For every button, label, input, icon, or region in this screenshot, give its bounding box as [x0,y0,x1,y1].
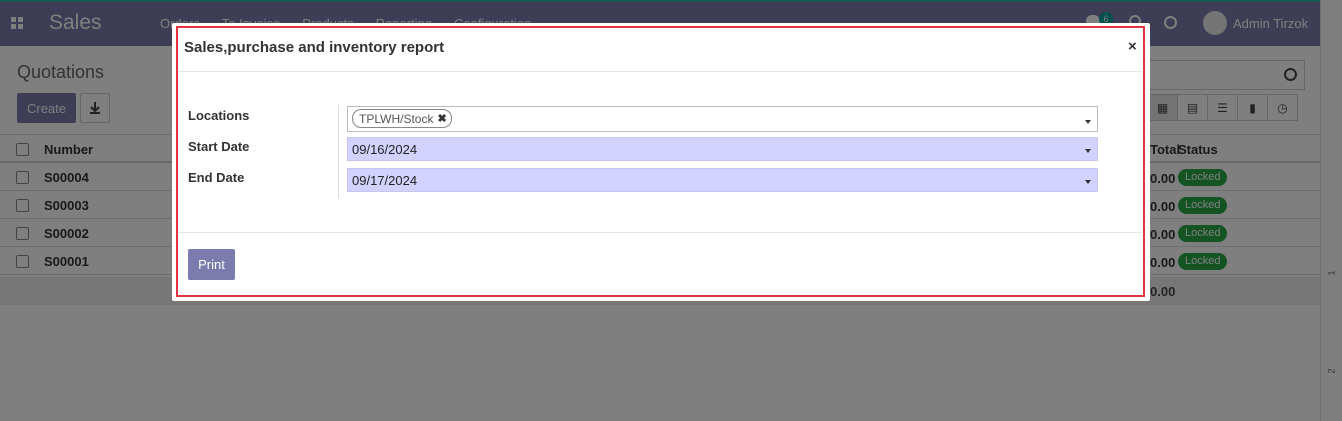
remove-tag-icon[interactable]: ✖ [437,111,446,127]
locations-label: Locations [188,108,250,123]
start-date-field[interactable]: 09/16/2024 [347,137,1098,161]
close-button[interactable]: × [1128,38,1137,55]
header-divider [176,71,1142,72]
start-date-label: Start Date [188,139,250,154]
report-dialog [172,23,1150,301]
end-date-value: 09/17/2024 [352,173,418,188]
label-divider [338,105,339,198]
end-date-field[interactable]: 09/17/2024 [347,168,1098,192]
footer-divider [176,232,1142,233]
end-date-label: End Date [188,170,245,185]
locations-field[interactable]: TPLWH/Stock ✖ [347,106,1098,132]
print-button[interactable]: Print [188,249,235,280]
chevron-down-icon[interactable] [1085,120,1091,124]
start-date-value: 09/16/2024 [352,142,418,157]
location-tag-label: TPLWH/Stock [359,111,434,126]
chevron-down-icon[interactable] [1085,180,1091,184]
location-tag: TPLWH/Stock ✖ [352,109,452,128]
chevron-down-icon[interactable] [1085,149,1091,153]
dialog-title: Sales,purchase and inventory report [184,39,445,56]
